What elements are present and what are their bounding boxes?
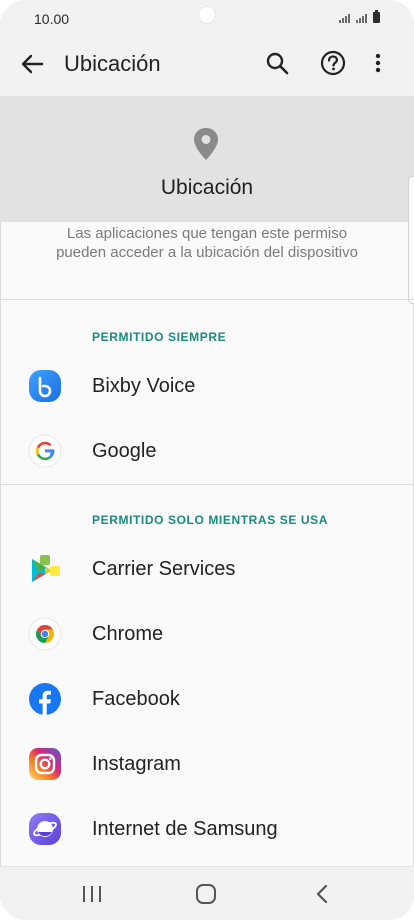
app-label: Instagram: [92, 753, 181, 775]
app-row-carrier-services[interactable]: Carrier Services: [0, 537, 414, 601]
location-pin-icon: [194, 128, 218, 160]
nav-back-icon[interactable]: [310, 881, 334, 907]
app-label: Chrome: [92, 623, 164, 645]
google-icon: [28, 434, 62, 468]
section-header-always: PERMITIDO SIEMPRE: [92, 330, 227, 344]
bixby-voice-icon: [29, 370, 61, 402]
back-button[interactable]: [16, 48, 48, 80]
more-vert-icon: [375, 53, 381, 73]
chrome-icon: [28, 617, 62, 651]
instagram-icon: [29, 748, 61, 780]
app-row-facebook[interactable]: Facebook: [0, 667, 414, 731]
carrier-services-icon: [32, 555, 60, 582]
signal-icon-2: [356, 14, 367, 23]
screen: 10.00 Ubicación Ubicación Las aplicacion…: [0, 0, 414, 920]
more-options-button[interactable]: [362, 48, 394, 80]
navigation-bar: [0, 866, 414, 920]
help-button[interactable]: [316, 48, 350, 82]
home-icon[interactable]: [193, 881, 219, 907]
status-time: 10.00: [34, 11, 70, 27]
facebook-icon: [29, 683, 61, 715]
app-label: Carrier Services: [92, 558, 236, 580]
status-bar: 10.00: [0, 0, 414, 32]
permission-header: Ubicación: [0, 96, 414, 222]
app-row-chrome[interactable]: Chrome: [0, 602, 414, 666]
app-row-bixby-voice[interactable]: Bixby Voice: [0, 354, 414, 418]
samsung-internet-icon: [29, 813, 61, 845]
section-header-while-using: PERMITIDO SOLO MIENTRAS SE USA: [92, 513, 329, 527]
app-label: Facebook: [92, 688, 180, 710]
help-icon: [320, 50, 346, 76]
permission-description: Las aplicaciones que tengan este permiso…: [56, 225, 358, 261]
search-icon: [266, 52, 289, 75]
back-arrow-icon: [21, 54, 44, 74]
app-label: Bixby Voice: [92, 375, 196, 397]
divider: [0, 484, 414, 485]
divider: [0, 299, 414, 300]
page-title: Ubicación: [64, 51, 161, 76]
status-icons: [339, 10, 380, 23]
app-row-instagram[interactable]: Instagram: [0, 732, 414, 796]
app-row-samsung-internet[interactable]: Internet de Samsung: [0, 797, 414, 861]
battery-icon: [373, 10, 380, 23]
permission-title: Ubicación: [160, 176, 254, 199]
camera-cutout: [199, 7, 215, 23]
app-label: Google: [92, 440, 157, 462]
app-bar: Ubicación: [0, 32, 414, 96]
app-label: Internet de Samsung: [92, 818, 278, 840]
app-row-google[interactable]: Google: [0, 419, 414, 483]
recents-icon[interactable]: [80, 883, 104, 905]
signal-icon: [339, 14, 350, 23]
search-button[interactable]: [262, 48, 294, 80]
scrollbar[interactable]: [408, 176, 414, 304]
